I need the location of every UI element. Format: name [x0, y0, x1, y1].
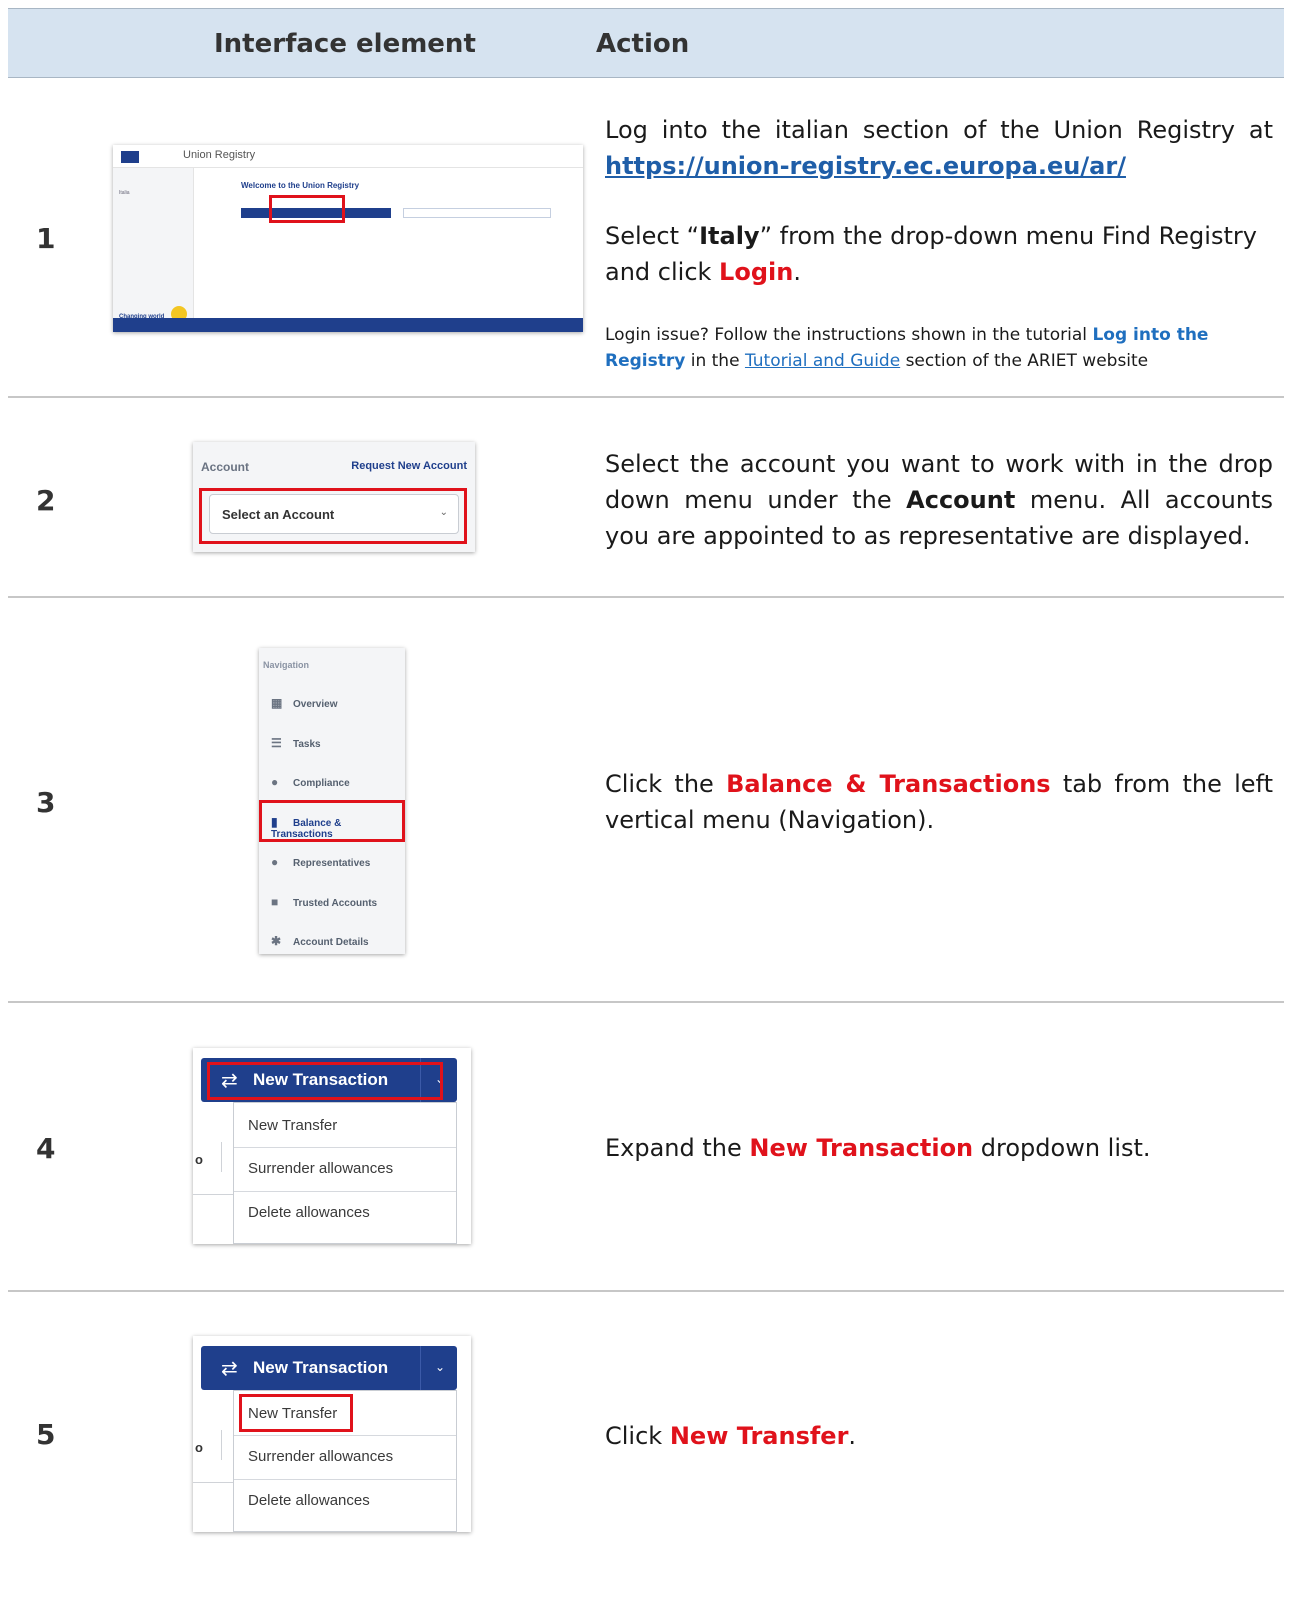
- background-text: o: [195, 1440, 203, 1455]
- registry-requirements-button: [403, 208, 551, 218]
- briefcase-icon: ■: [271, 895, 279, 909]
- registry-topbar: Union Registry: [113, 145, 583, 168]
- background-divider: [221, 1142, 222, 1172]
- highlight-box: [269, 195, 345, 223]
- background-text: o: [195, 1152, 203, 1167]
- menu-divider: [234, 1191, 456, 1192]
- row-divider: [8, 596, 1284, 598]
- chevron-down-icon: ⌄: [434, 1360, 445, 1374]
- login-issue-note: Login issue? Follow the instructions sho…: [605, 325, 1088, 345]
- tutorial-guide-link[interactable]: Tutorial and Guide: [745, 351, 900, 371]
- navigation-screenshot: Navigation ▦ Overview ☰ Tasks ● Compliance …: [259, 648, 405, 954]
- eu-flag-icon: [121, 151, 139, 163]
- account-bold: Account: [906, 486, 1016, 514]
- registry-footer: [113, 318, 583, 332]
- nav-item-label: Compliance: [293, 778, 350, 789]
- highlight-box: [259, 800, 405, 842]
- nav-item-compliance: ● Compliance: [271, 775, 350, 795]
- step-1-line1: Log into the italian section of the Unio…: [605, 116, 1273, 144]
- union-registry-screenshot: Union Registry Italia Changing world Wel…: [113, 145, 583, 332]
- step-3-action: Click the Balance & Transactions tab fro…: [605, 766, 1273, 838]
- menu-divider: [234, 1435, 456, 1436]
- table-header: Interface element Action: [8, 8, 1284, 78]
- step-2-action: Select the account you want to work with…: [605, 446, 1273, 554]
- menu-divider: [234, 1147, 456, 1148]
- account-select-screenshot: Account Request New Account Select an Ac…: [193, 442, 475, 552]
- login-label: Login: [719, 258, 794, 286]
- step-4-text: Expand the: [605, 1134, 742, 1162]
- step-number-5: 5: [36, 1418, 56, 1451]
- step-number-4: 4: [36, 1132, 56, 1165]
- menu-item-new-transfer: New Transfer: [248, 1117, 338, 1134]
- request-new-account-link: Request New Account: [351, 460, 467, 472]
- header-interface-element: Interface element: [214, 29, 476, 59]
- menu-item-surrender: Surrender allowances: [248, 1160, 394, 1177]
- gear-icon: ✱: [271, 934, 282, 948]
- nav-item-label: Trusted Accounts: [293, 898, 378, 909]
- nav-item-tasks: ☰ Tasks: [271, 736, 321, 756]
- step-5-text: .: [848, 1422, 857, 1450]
- grid-icon: ▦: [271, 696, 283, 710]
- background-divider: [193, 1482, 233, 1483]
- row-divider: [8, 1290, 1284, 1292]
- new-transaction-screenshot: ⇄ New Transaction ⌄ New Transfer Surrend…: [193, 1048, 471, 1244]
- nav-item-label: Tasks: [293, 739, 321, 750]
- nav-item-account-details: ✱ Account Details: [271, 934, 369, 954]
- leaf-icon: ●: [271, 775, 279, 789]
- step-5-text: Click: [605, 1422, 663, 1450]
- step-number-1: 1: [36, 222, 56, 255]
- account-label: Account: [201, 460, 249, 474]
- menu-item-delete: Delete allowances: [248, 1492, 370, 1509]
- highlight-box: [199, 488, 467, 544]
- login-issue-note: section of the ARIET website: [905, 351, 1149, 371]
- exchange-icon: ⇄: [221, 1358, 238, 1380]
- new-transaction-button: ⇄ New Transaction ⌄: [201, 1346, 457, 1390]
- list-icon: ☰: [271, 736, 282, 750]
- registry-welcome: Welcome to the Union Registry: [241, 181, 360, 190]
- new-transfer-screenshot: ⇄ New Transaction ⌄ New Transfer Surrend…: [193, 1336, 471, 1532]
- new-transfer-red-label: New Transfer: [669, 1422, 849, 1450]
- row-divider: [8, 1001, 1284, 1003]
- registry-title: Union Registry: [183, 149, 256, 161]
- login-issue-note: in the: [690, 351, 740, 371]
- background-divider: [221, 1430, 222, 1460]
- button-separator: [420, 1346, 421, 1390]
- step-3-text: Click the: [605, 770, 714, 798]
- navigation-title: Navigation: [263, 660, 310, 670]
- nav-item-label: Overview: [293, 699, 338, 710]
- transaction-dropdown-menu: New Transfer Surrender allowances Delete…: [233, 1102, 457, 1244]
- step-1-text: Select “: [605, 222, 700, 250]
- menu-item-surrender: Surrender allowances: [248, 1448, 394, 1465]
- nav-item-overview: ▦ Overview: [271, 696, 337, 716]
- menu-item-delete: Delete allowances: [248, 1204, 370, 1221]
- nav-item-trusted-accounts: ■ Trusted Accounts: [271, 895, 377, 915]
- registry-sidebar: Italia Changing world: [113, 168, 194, 322]
- step-4-action: Expand the New Transaction dropdown list…: [605, 1130, 1273, 1166]
- step-1-action: Log into the italian section of the Unio…: [605, 112, 1273, 374]
- background-divider: [193, 1194, 233, 1195]
- italy-label: Italy: [699, 222, 760, 250]
- nav-item-representatives: ● Representatives: [271, 855, 370, 875]
- step-number-3: 3: [36, 786, 56, 819]
- balance-transactions-label: Balance & Transactions: [726, 770, 1051, 798]
- step-1-text: .: [793, 258, 801, 286]
- union-registry-link[interactable]: https://union-registry.ec.europa.eu/ar/: [605, 152, 1126, 180]
- header-action: Action: [596, 29, 690, 59]
- row-divider: [8, 396, 1284, 398]
- country-select: Italia: [119, 190, 130, 196]
- step-number-2: 2: [36, 484, 56, 517]
- highlight-box: [239, 1394, 353, 1432]
- highlight-box: [207, 1062, 443, 1100]
- new-transaction-red-label: New Transaction: [749, 1134, 974, 1162]
- step-4-text: dropdown list.: [980, 1134, 1151, 1162]
- users-icon: ●: [271, 855, 279, 869]
- step-5-action: Click New Transfer.: [605, 1418, 1273, 1454]
- nav-item-label: Representatives: [293, 858, 371, 869]
- new-transaction-label: New Transaction: [253, 1358, 389, 1377]
- nav-item-label: Account Details: [293, 937, 369, 948]
- menu-divider: [234, 1479, 456, 1480]
